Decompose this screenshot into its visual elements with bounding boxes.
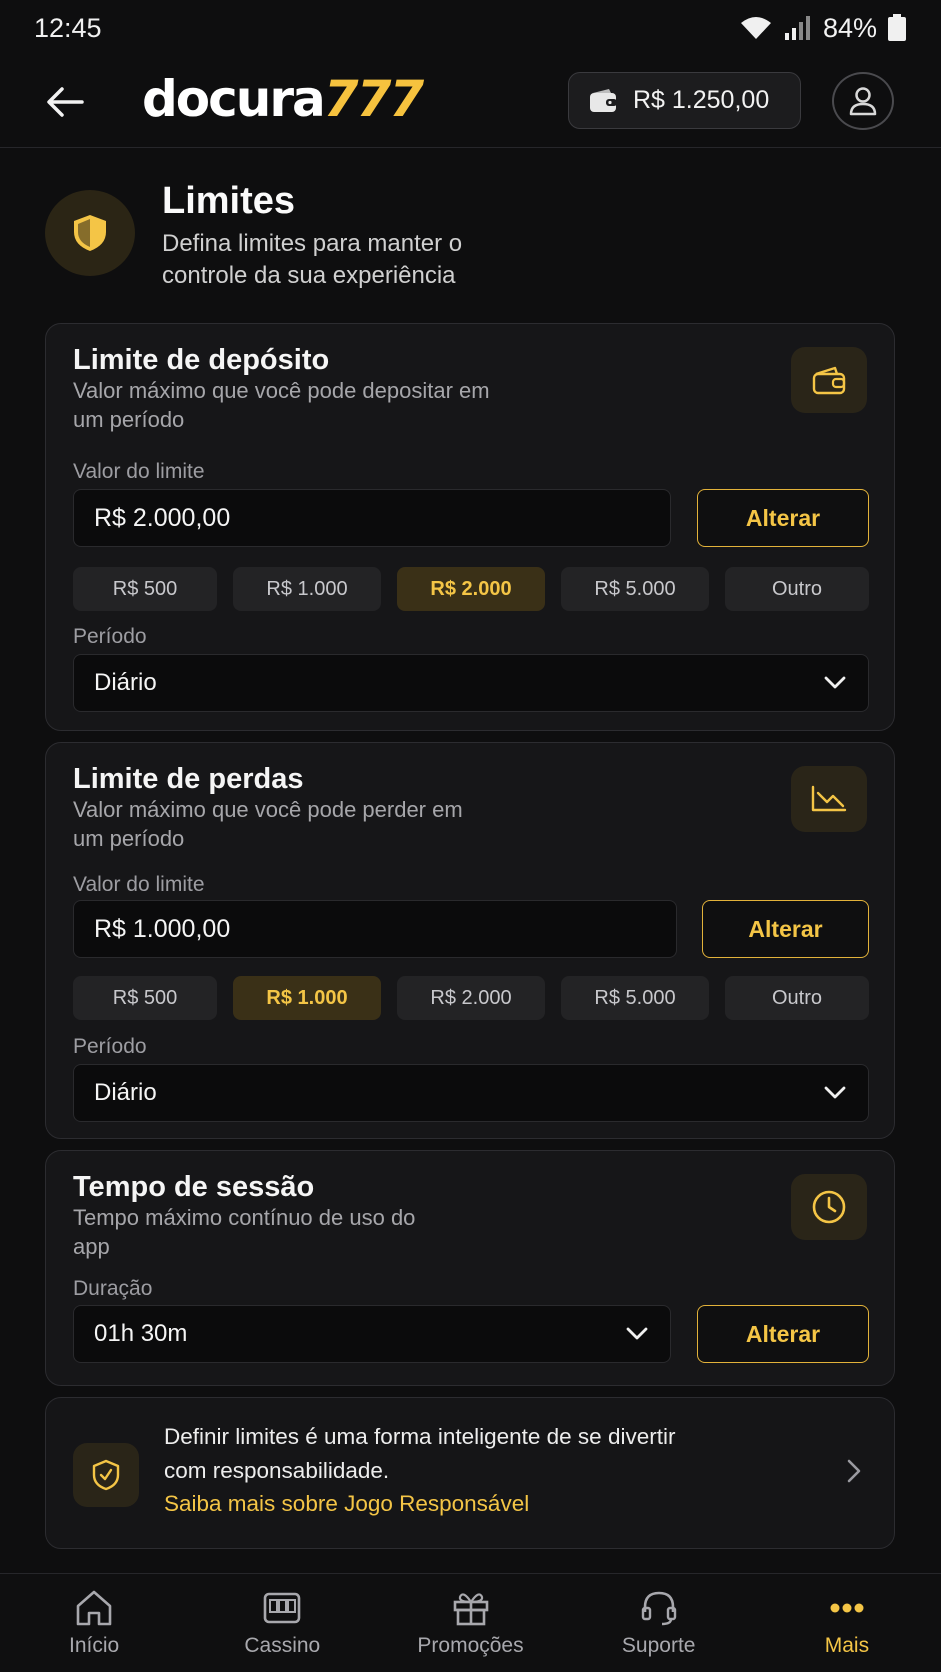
nav-label: Promoções: [417, 1634, 524, 1657]
info-card-icon: [73, 1443, 139, 1507]
session-duration-select[interactable]: 01h 30m: [73, 1305, 671, 1363]
wallet-icon: [812, 366, 846, 395]
app-logo: docura777: [142, 70, 424, 128]
deposit-value-input[interactable]: R$ 2.000,00: [73, 489, 671, 547]
user-icon: [849, 87, 877, 116]
deposit-card-icon: [791, 347, 867, 413]
deposit-chip-other[interactable]: Outro: [725, 567, 869, 611]
nav-item-cassino[interactable]: Cassino: [188, 1574, 376, 1672]
arrow-left-icon: [47, 87, 84, 117]
loss-card-description: Valor máximo que você pode perder em um …: [73, 797, 463, 851]
status-icons: 84%: [739, 13, 907, 44]
nav-label: Suporte: [621, 1634, 696, 1657]
deposit-period-select[interactable]: Diário: [73, 654, 869, 712]
deposit-preset-chips: R$ 500 R$ 1.000 R$ 2.000 R$ 5.000 Outro: [73, 567, 869, 611]
session-duration-value: 01h 30m: [94, 1320, 188, 1347]
wallet-icon: [590, 88, 617, 112]
deposit-limit-card: Limite de depósito Valor máximo que você…: [45, 323, 895, 731]
loss-chip[interactable]: R$ 2.000: [397, 976, 545, 1020]
loss-period-value: Diário: [94, 1079, 157, 1106]
signal-icon: [784, 16, 810, 40]
loss-period-select[interactable]: Diário: [73, 1064, 869, 1122]
deposit-value-label: Valor do limite: [73, 460, 205, 483]
profile-button[interactable]: [832, 72, 894, 130]
wifi-icon: [740, 17, 771, 39]
nav-item-suporte[interactable]: Suporte: [565, 1574, 753, 1672]
clock-icon: [812, 1190, 846, 1224]
nav-item-inicio[interactable]: Início: [0, 1574, 188, 1672]
loss-limit-card: Limite de perdas Valor máximo que você p…: [45, 742, 895, 1139]
bottom-navigation: Início Cassino Promoções Suporte Mais: [0, 1573, 941, 1672]
loss-chip-selected[interactable]: R$ 1.000: [233, 976, 381, 1020]
nav-label: Mais: [824, 1634, 870, 1657]
balance-amount: R$ 1.250,00: [633, 86, 770, 114]
loss-chip-other[interactable]: Outro: [725, 976, 869, 1020]
deposit-period-label: Período: [73, 625, 147, 648]
app-header: docura777 R$ 1.250,00: [0, 56, 941, 148]
more-dots-icon: [830, 1603, 864, 1613]
session-time-card: Tempo de sessão Tempo máximo contínuo de…: [45, 1150, 895, 1386]
loss-chip[interactable]: R$ 500: [73, 976, 217, 1020]
deposit-card-description: Valor máximo que você pode depositar em …: [73, 378, 490, 432]
slot-machine-icon: [263, 1592, 301, 1624]
chevron-right-icon: [847, 1459, 861, 1483]
responsible-gaming-link[interactable]: Saiba mais sobre Jogo Responsável: [164, 1491, 529, 1517]
deposit-card-title: Limite de depósito: [73, 344, 330, 376]
chevron-down-icon: [824, 676, 846, 689]
gift-icon: [453, 1593, 488, 1626]
page-heading: Limites Defina limites para manter o con…: [45, 178, 895, 298]
session-card-icon: [791, 1174, 867, 1240]
nav-label: Início: [69, 1634, 120, 1657]
session-card-title: Tempo de sessão: [73, 1171, 315, 1203]
info-chevron: [846, 1458, 862, 1489]
back-button[interactable]: [44, 80, 88, 124]
loss-chip[interactable]: R$ 5.000: [561, 976, 709, 1020]
deposit-chip-selected[interactable]: R$ 2.000: [397, 567, 545, 611]
status-bar: 12:45 84%: [0, 0, 941, 56]
responsible-gaming-card[interactable]: Definir limites é uma forma inteligente …: [45, 1397, 895, 1549]
deposit-chip[interactable]: R$ 5.000: [561, 567, 709, 611]
logo-main-text: docura: [142, 70, 326, 128]
chevron-down-icon: [626, 1327, 648, 1340]
page-icon: [45, 190, 135, 276]
loss-period-label: Período: [73, 1035, 147, 1058]
page-title: Limites: [162, 180, 296, 222]
shield-icon: [74, 215, 106, 251]
status-time: 12:45: [34, 12, 102, 43]
session-card-description: Tempo máximo contínuo de uso do app: [73, 1205, 416, 1259]
info-text: Definir limites é uma forma inteligente …: [164, 1424, 676, 1483]
deposit-period-value: Diário: [94, 669, 157, 696]
home-icon: [76, 1590, 112, 1626]
loss-card-icon: [791, 766, 867, 832]
loss-value-input[interactable]: R$ 1.000,00: [73, 900, 677, 958]
page-subtitle: Defina limites para manter o controle da…: [162, 230, 463, 289]
deposit-chip[interactable]: R$ 1.000: [233, 567, 381, 611]
nav-item-promocoes[interactable]: Promoções: [376, 1574, 564, 1672]
loss-value-label: Valor do limite: [73, 873, 205, 896]
headset-icon: [641, 1591, 676, 1626]
battery-percent: 84%: [822, 12, 877, 43]
balance-pill[interactable]: R$ 1.250,00: [568, 72, 801, 129]
deposit-change-button[interactable]: Alterar: [697, 489, 869, 547]
session-duration-label: Duração: [73, 1277, 153, 1300]
nav-label: Cassino: [244, 1634, 321, 1657]
session-change-button[interactable]: Alterar: [697, 1305, 869, 1363]
logo-accent-text: 777: [323, 70, 424, 128]
loss-card-title: Limite de perdas: [73, 763, 304, 795]
chart-down-icon: [811, 785, 847, 812]
nav-item-mais[interactable]: Mais: [753, 1574, 941, 1672]
loss-preset-chips: R$ 500 R$ 1.000 R$ 2.000 R$ 5.000 Outro: [73, 976, 869, 1020]
chevron-down-icon: [824, 1086, 846, 1099]
loss-change-button[interactable]: Alterar: [702, 900, 869, 958]
deposit-chip[interactable]: R$ 500: [73, 567, 217, 611]
battery-icon: [888, 14, 906, 41]
shield-check-icon: [92, 1459, 120, 1491]
